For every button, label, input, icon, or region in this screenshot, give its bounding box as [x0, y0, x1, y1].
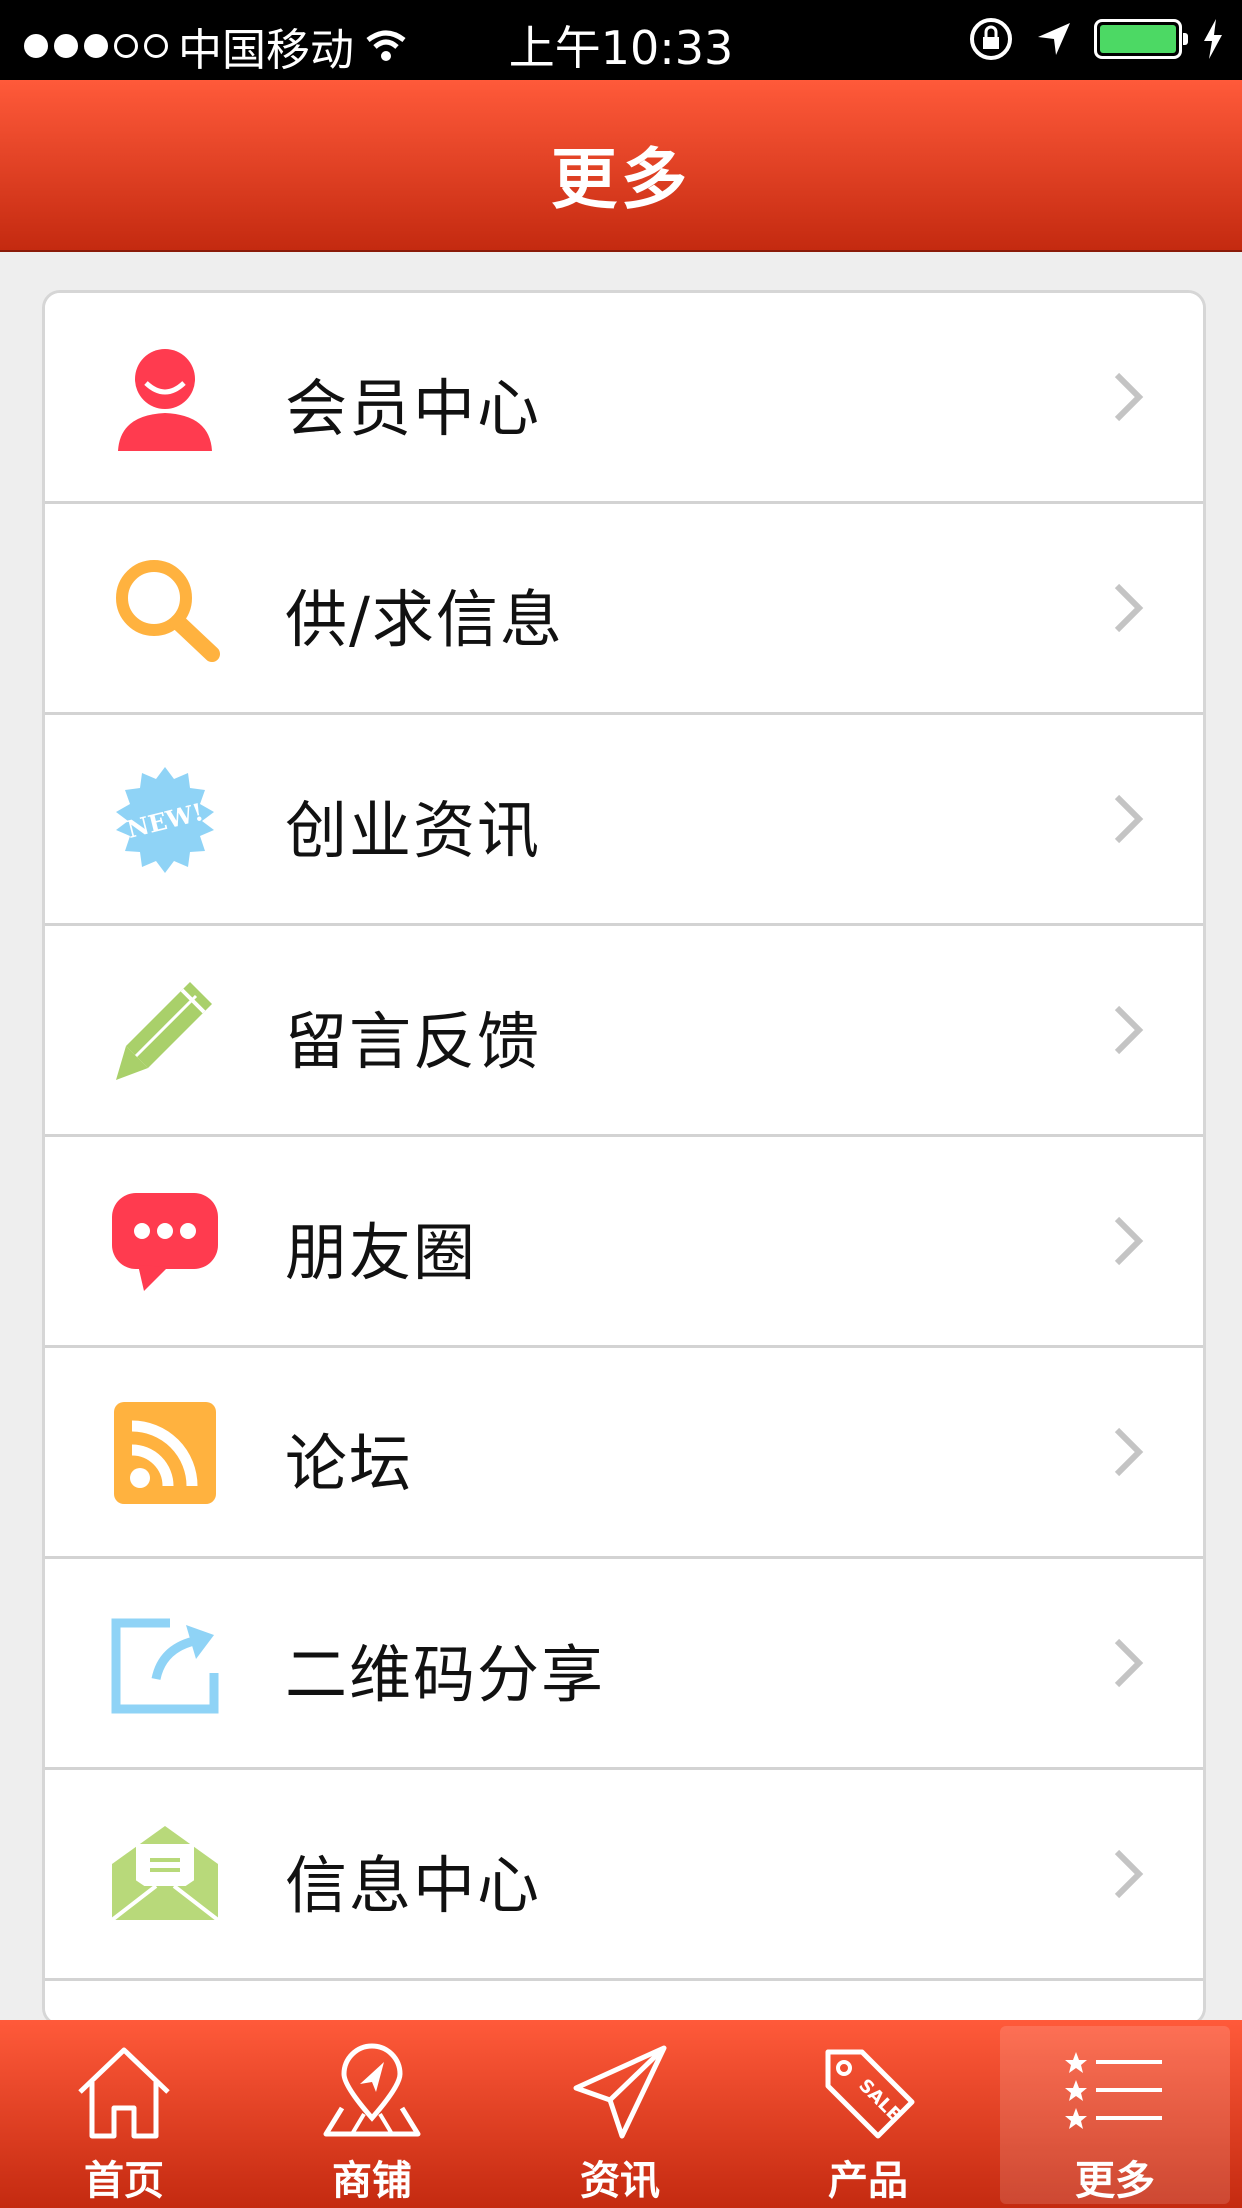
menu-item-feedback[interactable]: 留言反馈 [45, 926, 1203, 1137]
star-list-icon [1065, 2052, 1162, 2129]
chevron-right-icon [1114, 794, 1144, 844]
rotation-lock-icon [970, 18, 1012, 60]
menu-item-label: 创业资讯 [285, 794, 542, 867]
menu-item-moments[interactable]: 朋友圈 [45, 1137, 1203, 1348]
chevron-right-icon [1114, 1638, 1144, 1688]
menu-item-forum[interactable]: 论坛 [45, 1348, 1203, 1559]
chat-bubble-icon [112, 1193, 218, 1291]
status-bar: 中国移动 上午10:33 [0, 0, 1242, 80]
envelope-icon [110, 1826, 220, 1922]
location-arrow-icon [1038, 23, 1070, 55]
bottom-tab-bar: 首页 商铺 资讯 SALE 产品 更多 [0, 2020, 1242, 2208]
charging-bolt-icon [1204, 19, 1222, 59]
tab-label: 更多 [1075, 2158, 1155, 2204]
tab-shops[interactable]: 商铺 [248, 2020, 496, 2208]
menu-item-supply-demand[interactable]: 供/求信息 [45, 504, 1203, 715]
chevron-right-icon [1114, 1216, 1144, 1266]
menu-item-label: 二维码分享 [285, 1638, 606, 1711]
menu-item-member-center[interactable]: 会员中心 [45, 293, 1203, 504]
tab-label: 商铺 [332, 2158, 412, 2204]
more-menu-list: 会员中心 供/求信息 NEW! 创业资讯 留言反馈 朋友圈 论坛 二维码分享 信… [42, 290, 1206, 2026]
map-pin-icon [323, 2043, 421, 2137]
new-badge-icon: NEW! [116, 767, 214, 873]
search-icon [116, 560, 220, 662]
chevron-right-icon [1114, 583, 1144, 633]
paper-plane-icon [573, 2045, 667, 2139]
menu-item-label: 会员中心 [285, 372, 542, 445]
header-bar: 更多 [0, 80, 1242, 252]
menu-item-info-center[interactable]: 信息中心 [45, 1770, 1203, 1981]
chevron-right-icon [1114, 1427, 1144, 1477]
pencil-icon [116, 982, 212, 1080]
tab-home[interactable]: 首页 [0, 2020, 248, 2208]
rss-icon [114, 1402, 216, 1504]
menu-item-startup-news[interactable]: NEW! 创业资讯 [45, 715, 1203, 926]
tab-products[interactable]: SALE 产品 [744, 2020, 992, 2208]
tab-more[interactable]: 更多 [1000, 2026, 1230, 2204]
menu-item-label: 供/求信息 [285, 583, 564, 656]
chevron-right-icon [1114, 1005, 1144, 1055]
page-title: 更多 [551, 141, 691, 218]
tab-label: 首页 [84, 2158, 164, 2204]
menu-item-label: 留言反馈 [285, 1005, 542, 1078]
menu-item-label: 信息中心 [285, 1849, 542, 1922]
status-right [968, 16, 1224, 62]
share-icon [111, 1618, 219, 1714]
tab-news[interactable]: 资讯 [496, 2020, 744, 2208]
battery-icon [1094, 19, 1188, 59]
tab-label: 产品 [828, 2158, 908, 2204]
home-icon [78, 2047, 170, 2139]
menu-item-label: 朋友圈 [285, 1216, 478, 1289]
chevron-right-icon [1114, 1849, 1144, 1899]
chevron-right-icon [1114, 372, 1144, 422]
menu-item-qr-share[interactable]: 二维码分享 [45, 1559, 1203, 1770]
menu-item-label: 论坛 [285, 1427, 414, 1500]
user-icon [118, 349, 212, 451]
sale-tag-icon: SALE [825, 2049, 915, 2139]
tab-label: 资讯 [580, 2158, 660, 2204]
